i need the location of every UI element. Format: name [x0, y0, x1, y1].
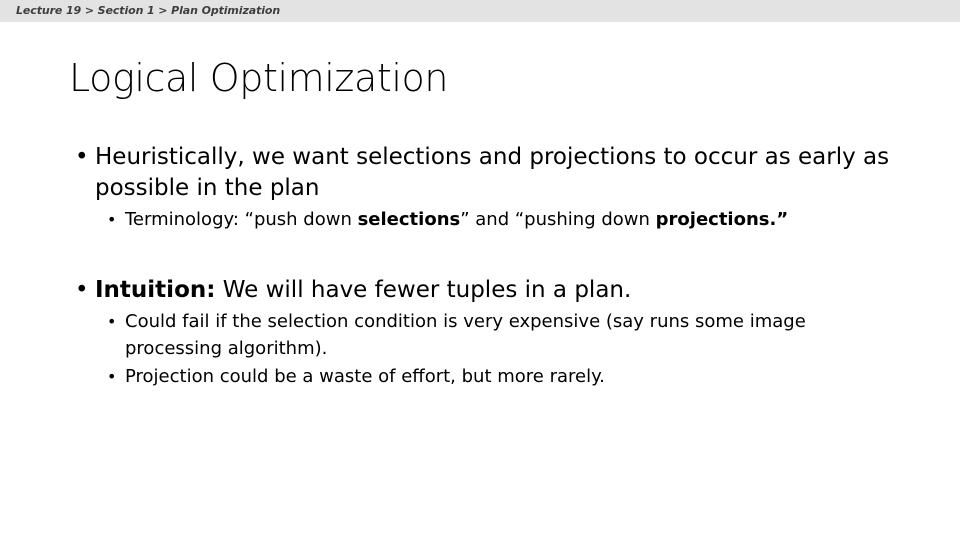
slide-content: • Heuristically, we want selections and p… — [69, 142, 899, 391]
bullet-projection-waste: • Projection could be a waste of effort, … — [69, 363, 899, 390]
breadcrumb-band: Lecture 19 > Section 1 > Plan Optimizati… — [0, 0, 960, 22]
bullet-heuristically-text: Heuristically, we want selections and pr… — [95, 144, 890, 201]
page-title: Logical Optimization — [69, 56, 449, 100]
bullet-marker-icon: • — [107, 210, 117, 229]
bullet-terminology-part1: Terminology: “push down — [125, 209, 358, 230]
bullet-terminology: • Terminology: “push down selections” and… — [69, 206, 899, 233]
slide-body: Logical Optimization • Heuristically, we … — [0, 22, 960, 540]
bullet-intuition-text: We will have fewer tuples in a plan. — [215, 277, 632, 303]
bullet-marker-icon: • — [75, 144, 89, 170]
bullet-projection-waste-text: Projection could be a waste of effort, b… — [125, 366, 605, 387]
bullet-intuition-label: Intuition: — [95, 277, 216, 303]
bullet-terminology-bold-projections: projections.” — [655, 209, 789, 230]
bullet-could-fail-text: Could fail if the selection condition is… — [125, 311, 806, 359]
bullet-marker-icon: • — [75, 277, 89, 303]
bullet-marker-icon: • — [107, 367, 117, 386]
bullet-terminology-bold-selections: selections — [357, 209, 461, 230]
bullet-marker-icon: • — [107, 312, 117, 331]
breadcrumb: Lecture 19 > Section 1 > Plan Optimizati… — [16, 4, 281, 17]
bullet-could-fail: • Could fail if the selection condition i… — [69, 308, 899, 362]
group-gap — [69, 265, 899, 275]
bullet-heuristically: • Heuristically, we want selections and p… — [69, 142, 899, 204]
bullet-intuition: • Intuition: We will have fewer tuples in… — [69, 275, 899, 306]
bullet-terminology-part2: ” and “pushing down — [460, 209, 656, 230]
